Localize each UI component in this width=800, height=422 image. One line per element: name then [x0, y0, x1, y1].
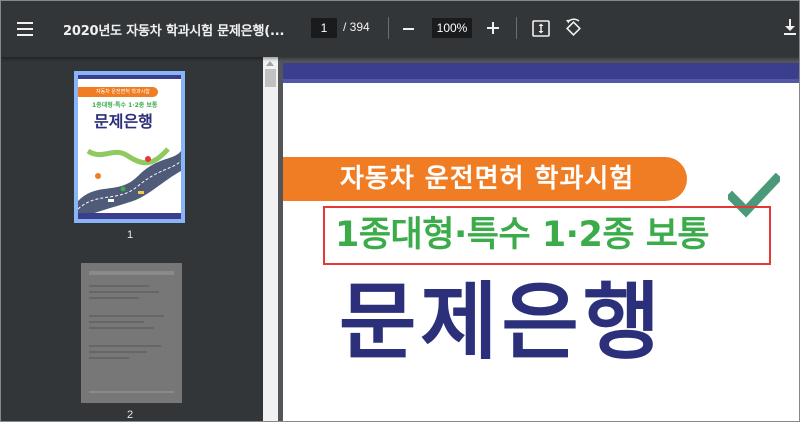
banner-text: 자동차 운전면허 학과시험	[340, 164, 635, 194]
document-main-title: 문제은행	[339, 273, 665, 371]
download-icon[interactable]	[781, 17, 799, 37]
document-viewer[interactable]: 자동차 운전면허 학과시험 1종대형·특수 1·2종 보통 문제은행	[278, 57, 799, 421]
document-subtitle: 1종대형·특수 1·2종 보통	[335, 215, 710, 255]
toolbar-divider	[388, 17, 389, 39]
zoom-in-button[interactable]	[487, 22, 499, 34]
thumbnail-line	[89, 271, 174, 275]
zoom-level-input[interactable]: 100%	[432, 18, 472, 38]
thumbnail-line	[89, 351, 147, 353]
thumbnail-line	[89, 321, 144, 323]
page-number-input[interactable]: 1	[311, 18, 337, 38]
toolbar: 2020년도 자동차 학과시험 문제은행(... 1 / 394 100%	[1, 1, 799, 57]
thumbnail-road-illustration	[78, 141, 181, 219]
rotate-icon[interactable]	[564, 18, 584, 38]
thumbnail-line	[89, 315, 164, 317]
thumbnail-title: 문제은행	[94, 112, 153, 131]
page-thumbnail-1[interactable]: 자동차 운전면허 학과시험 1종대형·특수 1·2종 보통 문제은행	[74, 71, 185, 223]
pdf-page: 자동차 운전면허 학과시험 1종대형·특수 1·2종 보통 문제은행	[283, 63, 799, 421]
thumbnail-sidebar: 자동차 운전면허 학과시험 1종대형·특수 1·2종 보통 문제은행 1 2	[1, 57, 263, 421]
fit-to-page-icon[interactable]	[532, 20, 550, 37]
thumbnail-line	[89, 345, 161, 347]
thumbnail-line	[89, 357, 129, 359]
pdf-viewer-window: 2020년도 자동차 학과시험 문제은행(... 1 / 394 100% 자동…	[0, 0, 800, 422]
header-band	[283, 63, 799, 79]
thumbnail-line	[89, 297, 139, 299]
thumbnail-page-label: 1	[126, 229, 134, 241]
page-thumbnail-2[interactable]	[81, 263, 182, 403]
hamburger-menu-icon[interactable]	[15, 18, 37, 40]
page-total-label: / 394	[343, 20, 370, 34]
thumbnail-page-label: 2	[126, 409, 134, 421]
thumbnail-line	[89, 285, 149, 287]
sidebar-scrollbar[interactable]	[263, 57, 278, 421]
zoom-out-button[interactable]	[403, 28, 414, 30]
thumbnail-band	[78, 75, 181, 79]
toolbar-divider	[516, 17, 517, 39]
thumbnail-line	[89, 391, 174, 393]
scroll-up-arrow-icon[interactable]	[266, 61, 274, 66]
document-title: 2020년도 자동차 학과시험 문제은행(...	[63, 24, 285, 39]
thumbnail-pill-text: 자동차 운전면허 학과시험	[96, 89, 150, 95]
thumbnail-line	[89, 291, 159, 293]
header-band-stripe	[283, 79, 799, 83]
thumbnail-line	[89, 327, 154, 329]
scrollbar-thumb[interactable]	[265, 69, 276, 87]
